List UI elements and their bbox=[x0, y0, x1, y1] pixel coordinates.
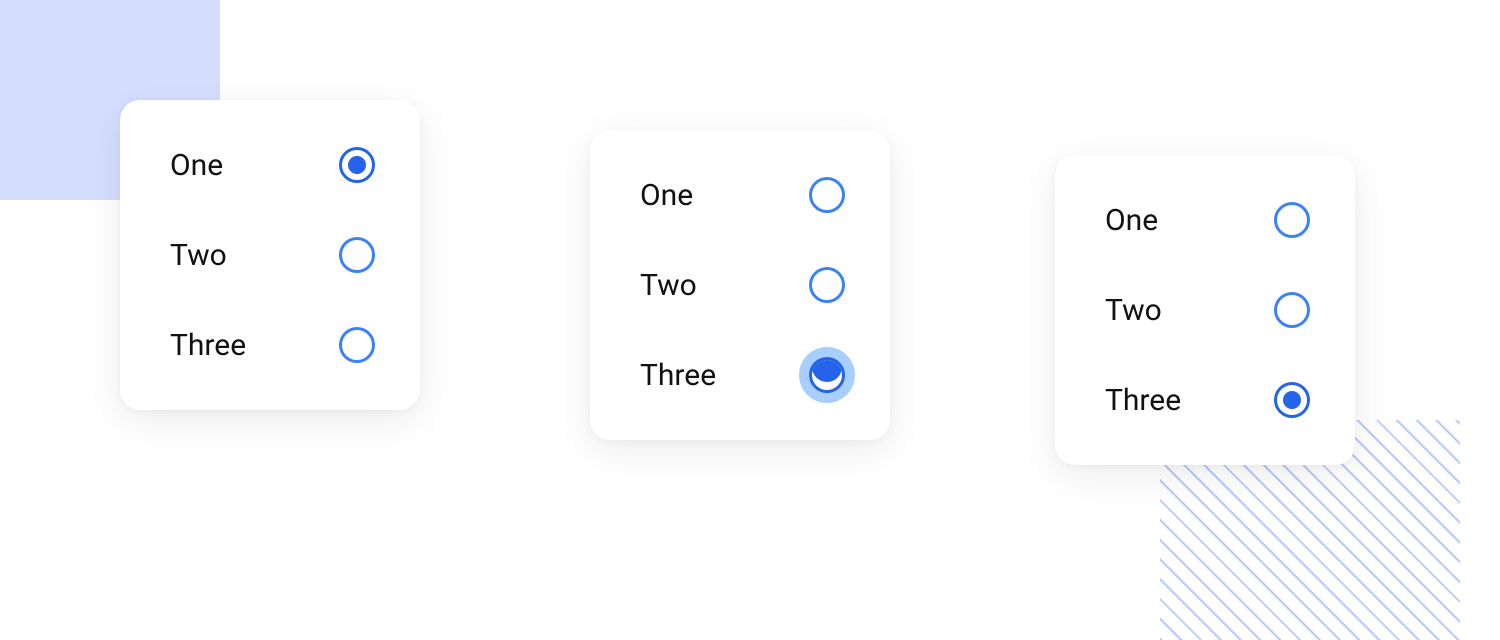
radio-option-two[interactable]: Two bbox=[640, 265, 845, 305]
radio-card-1: One Two Three bbox=[120, 100, 420, 410]
radio-option-one[interactable]: One bbox=[1105, 200, 1310, 240]
radio-button-icon[interactable] bbox=[339, 327, 375, 363]
radio-option-one[interactable]: One bbox=[640, 175, 845, 215]
radio-card-2: One Two Three bbox=[590, 130, 890, 440]
radio-label: Three bbox=[1105, 383, 1181, 418]
radio-label: One bbox=[170, 148, 223, 183]
radio-label: Three bbox=[640, 358, 716, 393]
radio-button-icon[interactable] bbox=[1274, 292, 1310, 328]
radio-label: Two bbox=[640, 268, 697, 303]
radio-button-icon[interactable] bbox=[339, 237, 375, 273]
radio-option-three[interactable]: Three bbox=[170, 325, 375, 365]
radio-option-three[interactable]: Three bbox=[640, 355, 845, 395]
radio-button-icon[interactable] bbox=[1274, 382, 1310, 418]
radio-card-3: One Two Three bbox=[1055, 155, 1355, 465]
radio-label: One bbox=[640, 178, 693, 213]
radio-option-one[interactable]: One bbox=[170, 145, 375, 185]
radio-button-icon[interactable] bbox=[809, 357, 845, 393]
radio-option-three[interactable]: Three bbox=[1105, 380, 1310, 420]
radio-label: Two bbox=[1105, 293, 1162, 328]
radio-label: Three bbox=[170, 328, 246, 363]
radio-button-icon[interactable] bbox=[339, 147, 375, 183]
radio-button-icon[interactable] bbox=[809, 267, 845, 303]
radio-button-icon[interactable] bbox=[1274, 202, 1310, 238]
radio-label: One bbox=[1105, 203, 1158, 238]
radio-label: Two bbox=[170, 238, 227, 273]
radio-option-two[interactable]: Two bbox=[1105, 290, 1310, 330]
radio-option-two[interactable]: Two bbox=[170, 235, 375, 275]
radio-button-icon[interactable] bbox=[809, 177, 845, 213]
